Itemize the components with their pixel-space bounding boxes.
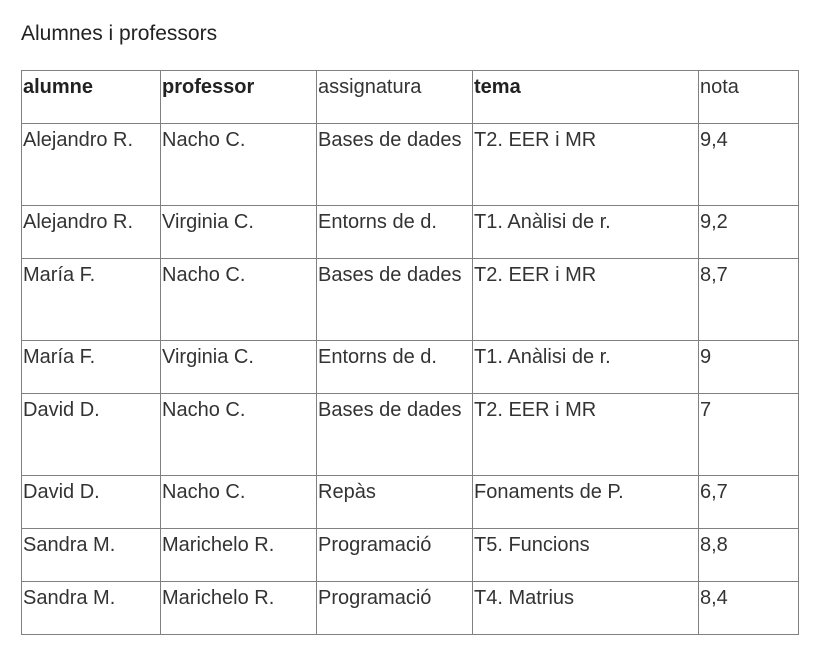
cell-alumne: Alejandro R. (21, 123, 161, 206)
students-table: alumne professor assignatura tema nota A… (21, 70, 799, 635)
cell-alumne: María F. (21, 258, 161, 341)
cell-assignatura: Programació (316, 581, 473, 635)
cell-assignatura: Entorns de d. (316, 205, 473, 259)
cell-professor: Nacho C. (160, 258, 317, 341)
table-row: María F. Nacho C. Bases de dades T2. EER i … (21, 258, 799, 341)
table-row: David D. Nacho C. Bases de dades T2. EER i … (21, 393, 799, 476)
cell-tema: T2. EER i MR (472, 393, 699, 476)
cell-nota: 8,4 (698, 581, 799, 635)
cell-assignatura: Repàs (316, 475, 473, 529)
cell-tema: Fonaments de P. (472, 475, 699, 529)
cell-alumne: David D. (21, 393, 161, 476)
header-nota: nota (698, 70, 799, 124)
cell-nota: 9,2 (698, 205, 799, 259)
header-tema: tema (472, 70, 699, 124)
cell-alumne: David D. (21, 475, 161, 529)
cell-assignatura: Bases de dades (316, 393, 473, 476)
header-professor: professor (160, 70, 317, 124)
cell-professor: Marichelo R. (160, 528, 317, 582)
table-row: María F. Virginia C. Entorns de d. T1. Anàl… (21, 340, 799, 394)
cell-assignatura: Programació (316, 528, 473, 582)
cell-tema: T1. Anàlisi de r. (472, 340, 699, 394)
header-assignatura: assignatura (316, 70, 473, 124)
cell-assignatura: Entorns de d. (316, 340, 473, 394)
table-row: Sandra M. Marichelo R. Programació T4. Matr… (21, 581, 799, 635)
cell-nota: 8,7 (698, 258, 799, 341)
cell-nota: 9,4 (698, 123, 799, 206)
cell-tema: T5. Funcions (472, 528, 699, 582)
cell-assignatura: Bases de dades (316, 258, 473, 341)
table-row: Sandra M. Marichelo R. Programació T5. Func… (21, 528, 799, 582)
table-row: David D. Nacho C. Repàs Fonaments de P. 6,7 (21, 475, 799, 529)
table-title: Alumnes i professors (21, 22, 218, 45)
table-row: Alejandro R. Virginia C. Entorns de d. T1. … (21, 205, 799, 259)
cell-alumne: María F. (21, 340, 161, 394)
cell-nota: 9 (698, 340, 799, 394)
cell-professor: Virginia C. (160, 205, 317, 259)
cell-professor: Nacho C. (160, 475, 317, 529)
header-row: alumne professor assignatura tema nota (21, 70, 799, 124)
cell-nota: 7 (698, 393, 799, 476)
cell-professor: Nacho C. (160, 123, 317, 206)
table-row: Alejandro R. Nacho C. Bases de dades T2. EE… (21, 123, 799, 206)
cell-professor: Marichelo R. (160, 581, 317, 635)
cell-alumne: Alejandro R. (21, 205, 161, 259)
header-alumne: alumne (21, 70, 161, 124)
cell-tema: T2. EER i MR (472, 258, 699, 341)
cell-tema: T1. Anàlisi de r. (472, 205, 699, 259)
cell-assignatura: Bases de dades (316, 123, 473, 206)
cell-tema: T2. EER i MR (472, 123, 699, 206)
cell-professor: Nacho C. (160, 393, 317, 476)
cell-nota: 6,7 (698, 475, 799, 529)
cell-nota: 8,8 (698, 528, 799, 582)
cell-alumne: Sandra M. (21, 581, 161, 635)
cell-tema: T4. Matrius (472, 581, 699, 635)
cell-professor: Virginia C. (160, 340, 317, 394)
cell-alumne: Sandra M. (21, 528, 161, 582)
